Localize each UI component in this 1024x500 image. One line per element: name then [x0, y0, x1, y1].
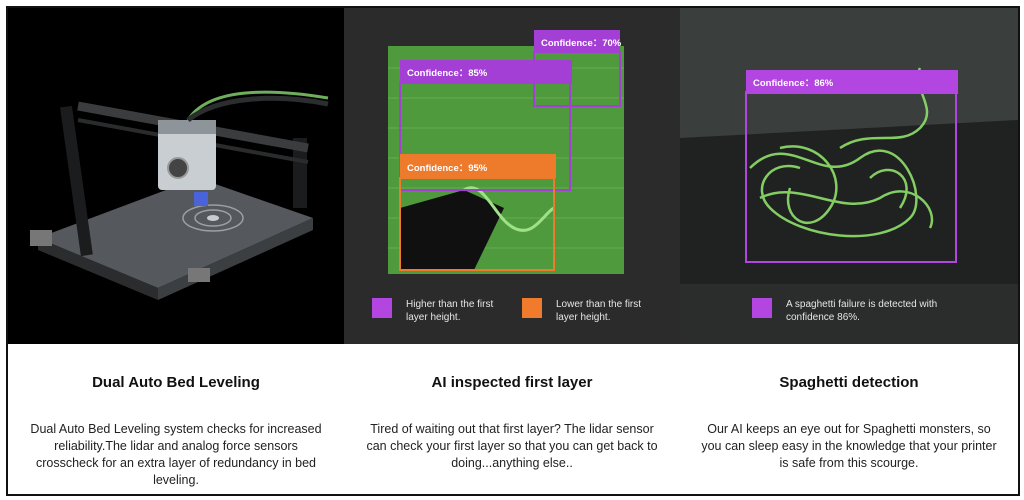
- spaghetti-confidence-label: Confidence：86%: [753, 78, 834, 89]
- legend-lower-line1: Lower than the first: [556, 299, 641, 310]
- confidence-label-85: Confidence：85%: [407, 68, 488, 79]
- spaghetti-legend-line2: confidence 86%.: [786, 312, 860, 323]
- bed-leveling-title: Dual Auto Bed Leveling: [92, 374, 260, 391]
- first-layer-image: Confidence：70% Confidence：85% Confidence…: [344, 8, 680, 344]
- legend-lower-line2: layer height.: [556, 312, 610, 323]
- spaghetti-title: Spaghetti detection: [779, 374, 919, 391]
- spaghetti-image: Confidence：86% A spaghetti failure is de…: [680, 8, 1018, 344]
- bed-leveling-feature: Dual Auto Bed Leveling Dual Auto Bed Lev…: [8, 344, 344, 494]
- bed-leveling-description: Dual Auto Bed Leveling system checks for…: [30, 422, 322, 487]
- confidence-label-95: Confidence：95%: [407, 163, 488, 174]
- spaghetti-feature: Spaghetti detection Our AI keeps an eye …: [680, 344, 1018, 494]
- legend-swatch-lower: [522, 298, 542, 318]
- legend-swatch-higher: [372, 298, 392, 318]
- first-layer-feature: AI inspected first layer Tired of waitin…: [344, 344, 680, 494]
- legend-higher-line2: layer height.: [406, 312, 460, 323]
- legend-swatch-spaghetti: [752, 298, 772, 318]
- first-layer-description: Tired of waiting out that first layer? T…: [366, 422, 658, 470]
- printer-bed-surface: [680, 120, 1018, 284]
- first-layer-title: AI inspected first layer: [431, 374, 593, 391]
- legend-higher-line1: Higher than the first: [406, 299, 493, 310]
- feature-showcase: Confidence：70% Confidence：85% Confidence…: [6, 6, 1020, 496]
- spaghetti-legend-line1: A spaghetti failure is detected with: [786, 299, 937, 310]
- bed-leveling-image: [8, 8, 344, 344]
- spaghetti-description: Our AI keeps an eye out for Spaghetti mo…: [701, 422, 997, 470]
- confidence-label-70: Confidence：70%: [541, 38, 622, 49]
